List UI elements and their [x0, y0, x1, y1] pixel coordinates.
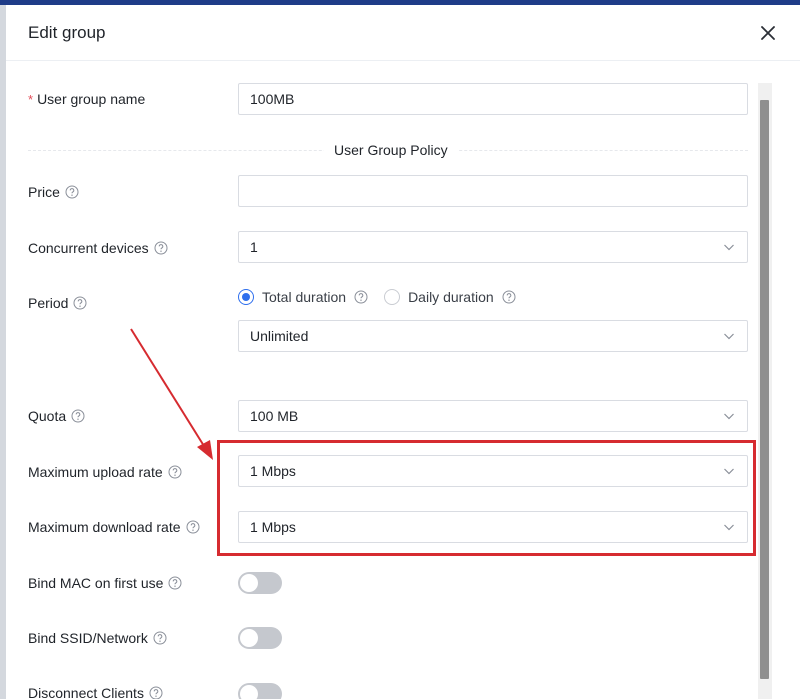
close-icon — [761, 26, 775, 40]
group-name-input[interactable]: 100MB — [238, 83, 748, 115]
help-icon[interactable] — [502, 290, 516, 304]
quota-select[interactable]: 100 MB — [238, 400, 748, 432]
bind-ssid-label-text: Bind SSID/Network — [28, 630, 148, 646]
help-icon[interactable] — [71, 409, 85, 423]
upload-rate-label-text: Maximum upload rate — [28, 464, 163, 480]
section-title: User Group Policy — [324, 142, 458, 158]
help-icon[interactable] — [65, 185, 79, 199]
concurrent-label-text: Concurrent devices — [28, 240, 149, 256]
concurrent-value: 1 — [250, 239, 258, 255]
quota-label: Quota — [28, 408, 85, 424]
scrollbar-thumb[interactable] — [760, 100, 769, 679]
help-icon[interactable] — [186, 520, 200, 534]
price-input[interactable] — [238, 175, 748, 207]
radio-daily-duration[interactable]: Daily duration — [384, 289, 516, 305]
period-label-text: Period — [28, 295, 69, 311]
help-icon[interactable] — [73, 296, 87, 310]
radio-button-checked[interactable] — [238, 289, 254, 305]
group-name-label-text: User group name — [37, 91, 146, 107]
chevron-down-icon — [724, 333, 734, 340]
required-marker: * — [28, 91, 34, 107]
disconnect-label: Disconnect Clients — [28, 685, 163, 699]
quota-label-text: Quota — [28, 408, 67, 424]
help-icon[interactable] — [153, 631, 167, 645]
radio-daily-duration-label: Daily duration — [408, 289, 494, 305]
radio-button-unchecked[interactable] — [384, 289, 401, 305]
download-rate-label: Maximum download rate — [28, 519, 200, 535]
bind-mac-label: Bind MAC on first use — [28, 575, 182, 591]
radio-total-duration-label: Total duration — [262, 289, 347, 305]
upload-rate-label: Maximum upload rate — [28, 464, 182, 480]
toggle-knob — [240, 574, 258, 592]
toggle-knob — [240, 629, 258, 647]
group-name-value: 100MB — [250, 91, 295, 107]
help-icon[interactable] — [168, 465, 182, 479]
disconnect-toggle[interactable] — [238, 683, 282, 699]
bind-ssid-label: Bind SSID/Network — [28, 630, 167, 646]
help-icon[interactable] — [154, 241, 168, 255]
disconnect-label-text: Disconnect Clients — [28, 685, 144, 699]
help-icon[interactable] — [354, 290, 368, 304]
bind-ssid-toggle[interactable] — [238, 627, 282, 649]
dialog-title: Edit group — [28, 23, 106, 42]
download-rate-label-text: Maximum download rate — [28, 519, 181, 535]
concurrent-label: Concurrent devices — [28, 240, 168, 256]
period-value: Unlimited — [250, 328, 309, 344]
bind-mac-toggle[interactable] — [238, 572, 282, 594]
bind-mac-label-text: Bind MAC on first use — [28, 575, 164, 591]
radio-total-duration[interactable]: Total duration — [238, 289, 368, 305]
concurrent-select[interactable]: 1 — [238, 231, 748, 263]
group-name-label: * User group name — [28, 91, 145, 107]
close-button[interactable] — [757, 22, 779, 44]
period-radio-group: Total duration Daily duration — [238, 289, 532, 305]
price-label-text: Price — [28, 184, 60, 200]
quota-value: 100 MB — [250, 408, 299, 424]
help-icon[interactable] — [168, 576, 182, 590]
edit-group-dialog: Edit group * User group name 100MB User … — [6, 5, 800, 699]
help-icon[interactable] — [149, 686, 163, 699]
dialog-header: Edit group — [6, 5, 800, 61]
period-select[interactable]: Unlimited — [238, 320, 748, 352]
annotation-highlight-box — [217, 440, 756, 556]
chevron-down-icon — [724, 413, 734, 420]
price-label: Price — [28, 184, 79, 200]
period-label: Period — [28, 295, 87, 311]
chevron-down-icon — [724, 244, 734, 251]
toggle-knob — [240, 685, 258, 699]
